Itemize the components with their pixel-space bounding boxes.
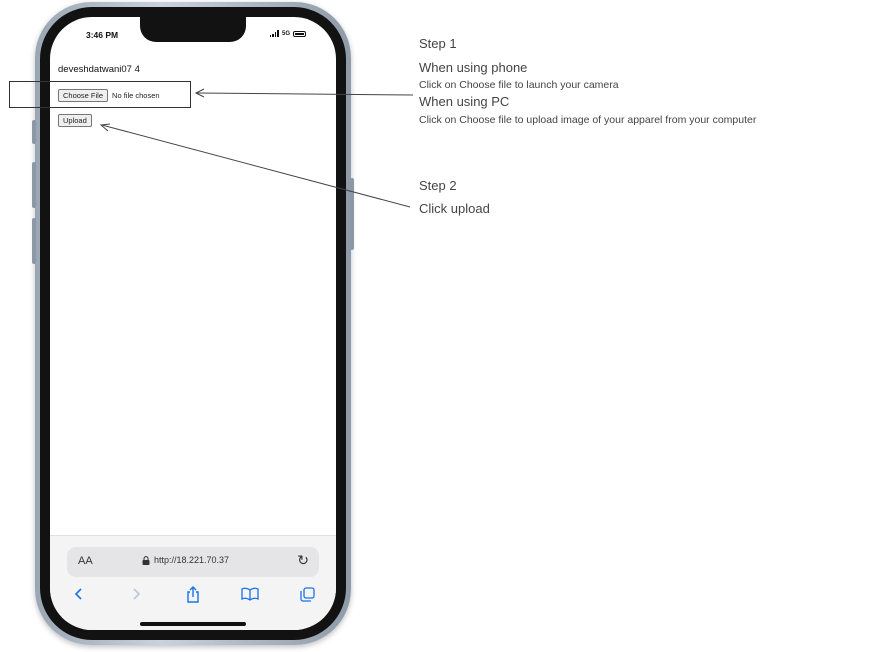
step2-title: Step 2 <box>419 178 457 193</box>
phone-instruction: Click on Choose file to launch your came… <box>419 79 619 91</box>
step1-title: Step 1 <box>419 36 457 51</box>
phone-heading: When using phone <box>419 60 528 75</box>
step1-arrow <box>194 88 414 98</box>
step2-arrow <box>99 123 411 208</box>
step2-instruction: Click upload <box>419 201 490 216</box>
pc-heading: When using PC <box>419 94 510 109</box>
pc-instruction: Click on Choose file to upload image of … <box>419 114 757 126</box>
